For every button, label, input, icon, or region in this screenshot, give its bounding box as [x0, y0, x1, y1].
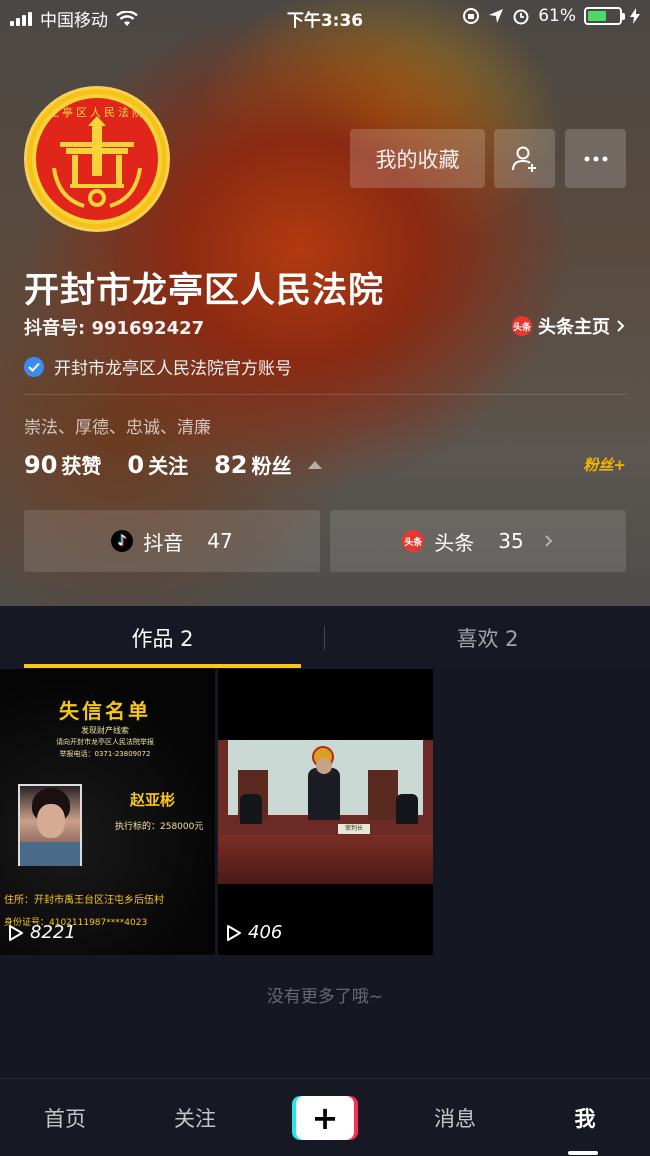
following-stat[interactable]: 0 关注: [127, 450, 188, 479]
location-icon: [489, 9, 504, 23]
person-name: 赵亚彬: [130, 791, 176, 809]
favorites-button[interactable]: 我的收藏: [350, 129, 485, 188]
court-emblem: 龙亭区人民法院: [32, 94, 162, 224]
active-tab-indicator: [24, 664, 301, 668]
fans-count: 82: [214, 451, 248, 479]
status-right: 61%: [462, 6, 640, 26]
fans-stat[interactable]: 82 粉丝: [214, 450, 291, 479]
add-user-icon: [511, 146, 536, 172]
play-count-value: 406: [248, 922, 283, 943]
likes-count: 90: [24, 451, 58, 479]
chevron-right-icon: [617, 320, 625, 332]
blacklist-line2: 请向开封市龙亭区人民法院举报: [56, 738, 154, 746]
expand-arrow-icon[interactable]: [307, 461, 322, 469]
toutiao-logo-icon: 头条: [402, 530, 425, 552]
video-thumbnail[interactable]: 审判长 406: [218, 669, 433, 955]
blacklist-title: 失信名单: [59, 699, 151, 723]
more-icon: [584, 156, 607, 161]
toutiao-label: 头条: [434, 530, 475, 555]
battery-icon: [584, 7, 625, 25]
verification-row: 开封市龙亭区人民法院官方账号: [24, 354, 292, 379]
more-button[interactable]: [565, 129, 626, 188]
toutiao-platform-button[interactable]: 头条 头条 35: [330, 510, 626, 572]
nav-home[interactable]: 首页: [0, 1103, 130, 1133]
toutiao-home-link[interactable]: 头条 头条主页: [512, 313, 626, 339]
nav-me[interactable]: 我: [520, 1103, 650, 1133]
douyin-id[interactable]: 抖音号: 991692427: [24, 314, 204, 340]
toutiao-logo-icon: 头条: [512, 316, 532, 336]
create-video-button[interactable]: +: [292, 1096, 358, 1140]
video-thumbnail[interactable]: 失信名单 发现财产线索 请向开封市龙亭区人民法院举报 举报电话：0371-238…: [0, 669, 215, 955]
plus-icon: +: [296, 1096, 354, 1140]
following-count: 0: [127, 451, 145, 479]
battery-fill: [588, 11, 607, 21]
person-photo: [18, 784, 82, 866]
blacklist-line3: 举报电话：0371-23809072: [59, 750, 151, 758]
no-more-text: 没有更多了哦~: [266, 987, 384, 1007]
avatar[interactable]: 龙亭区人民法院: [24, 86, 170, 232]
tab-likes[interactable]: 喜欢 2: [325, 606, 650, 669]
verification-text: 开封市龙亭区人民法院官方账号: [54, 359, 292, 379]
content-tabs: 作品 2 喜欢 2: [0, 606, 650, 669]
fans-label: 粉丝: [251, 454, 292, 478]
bio-text: 崇法、厚德、忠诚、清廉: [24, 418, 211, 438]
likes-label: 获赞: [61, 454, 102, 478]
stats-row: 90 获赞 0 关注 82 粉丝: [24, 450, 322, 479]
fans-plus-badge[interactable]: 粉丝+: [583, 454, 626, 475]
following-label: 关注: [148, 454, 189, 478]
play-icon: [9, 924, 23, 941]
alarm-icon: [513, 9, 529, 25]
court-emblem-icon: [52, 116, 142, 208]
battery-percent: 61%: [538, 6, 576, 26]
verified-check-icon: [24, 356, 44, 377]
presiding-judge-sign: 审判长: [338, 824, 370, 834]
profile-name: 开封市龙亭区人民法院: [24, 271, 385, 311]
status-bar: 中国移动 下午3:36 61%: [0, 0, 650, 34]
nav-follow[interactable]: 关注: [130, 1103, 260, 1133]
tab-works[interactable]: 作品 2: [0, 606, 325, 669]
execution-amount: 执行标的：258000元: [115, 822, 204, 832]
active-nav-indicator: [568, 1151, 598, 1155]
likes-stat[interactable]: 90 获赞: [24, 450, 101, 479]
rotation-lock-icon: [463, 8, 480, 24]
charging-icon: [630, 8, 640, 24]
blacklist-line1: 发现财产线索: [81, 726, 129, 735]
courtroom-scene: 审判长: [218, 740, 433, 884]
person-address: 住所：开封市禹王台区汪屯乡后伍村: [4, 895, 164, 906]
play-count: 8221: [8, 922, 76, 943]
divider: [24, 394, 626, 395]
play-count-value: 8221: [30, 922, 76, 943]
douyin-label: 抖音: [143, 530, 184, 555]
add-friend-button[interactable]: [494, 129, 555, 188]
play-icon: [227, 924, 241, 941]
douyin-logo-icon: ♪: [111, 530, 134, 552]
toutiao-count: 35: [498, 529, 524, 553]
chevron-right-icon: [545, 535, 553, 547]
douyin-count: 47: [207, 529, 233, 553]
play-count: 406: [226, 922, 282, 943]
toutiao-home-label: 头条主页: [538, 317, 610, 338]
douyin-platform-button[interactable]: ♪ 抖音 47: [24, 510, 320, 572]
bottom-navigation: 首页 关注 + 消息 我: [0, 1078, 650, 1156]
nav-messages[interactable]: 消息: [390, 1103, 520, 1133]
